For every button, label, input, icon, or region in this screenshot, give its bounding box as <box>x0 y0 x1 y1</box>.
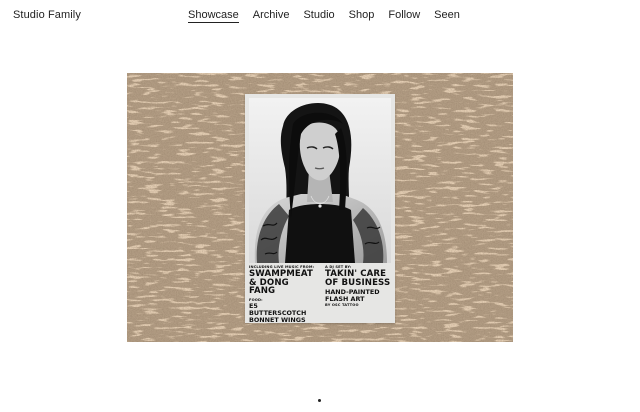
site-header: Studio Family Showcase Archive Studio Sh… <box>0 0 640 32</box>
poster-column-left: Including live music from: Swampmeat & D… <box>249 265 317 324</box>
poster-right-credit: by OSC Tattoo <box>325 303 359 308</box>
event-poster: Including live music from: Swampmeat & D… <box>245 94 395 323</box>
poster-left-sub-2: Bonnet Wings <box>249 315 306 324</box>
poster-text-block: Including live music from: Swampmeat & D… <box>249 265 393 323</box>
main-nav: Showcase Archive Studio Shop Follow Seen <box>188 9 460 23</box>
nav-item-archive[interactable]: Archive <box>253 9 290 23</box>
portrait-illustration <box>249 98 391 263</box>
poster-left-sub-1: E5 Butterscotch <box>249 301 307 317</box>
poster-left-headline-2: & Dong Fang <box>249 277 289 297</box>
poster-column-right: A DJ set by: Takin' Care of Business Han… <box>325 265 393 308</box>
nav-item-showcase[interactable]: Showcase <box>188 9 239 23</box>
showcase-image[interactable]: Including live music from: Swampmeat & D… <box>127 73 513 342</box>
portrait-photo <box>249 98 391 263</box>
nav-item-seen[interactable]: Seen <box>434 9 460 23</box>
brand-logo-link[interactable]: Studio Family <box>13 9 81 21</box>
nav-item-shop[interactable]: Shop <box>349 9 375 23</box>
pagination-dot[interactable] <box>318 399 321 402</box>
poster-right-sub-2: Flash Art <box>325 295 365 304</box>
nav-item-follow[interactable]: Follow <box>388 9 420 23</box>
poster-right-headline-2: of Business <box>325 277 391 288</box>
nav-item-studio[interactable]: Studio <box>303 9 334 23</box>
